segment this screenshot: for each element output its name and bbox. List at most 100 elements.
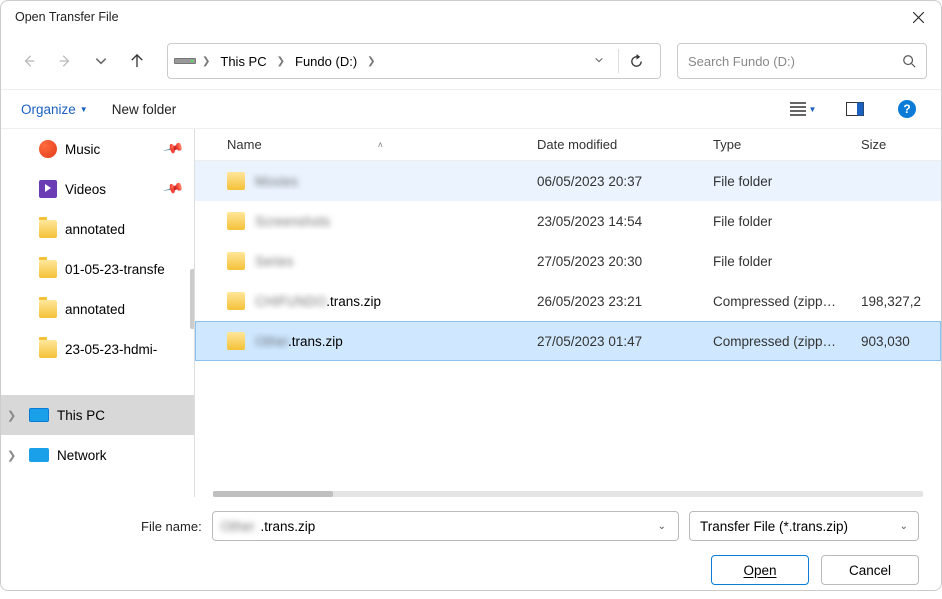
open-button[interactable]: Open	[711, 555, 809, 585]
file-type: Compressed (zipp…	[705, 294, 853, 309]
folder-icon	[227, 292, 245, 310]
close-button[interactable]	[895, 1, 941, 33]
folder-icon	[39, 300, 57, 318]
file-type: File folder	[705, 174, 853, 189]
preview-pane-button[interactable]	[841, 95, 869, 123]
file-row[interactable]: Other.trans.zip 27/05/2023 01:47Compresse…	[195, 321, 941, 361]
chevron-right-icon[interactable]: ❯	[363, 56, 379, 67]
column-date[interactable]: Date modified	[529, 137, 705, 152]
close-icon	[913, 12, 924, 23]
new-folder-button[interactable]: New folder	[112, 102, 177, 117]
file-name-masked: Other	[255, 334, 288, 349]
nav-forward-button[interactable]	[51, 47, 79, 75]
expand-icon[interactable]: ❯	[7, 409, 16, 422]
file-row[interactable]: Movies 06/05/2023 20:37File folder	[195, 161, 941, 201]
sort-asc-icon: ˄	[378, 140, 383, 150]
file-name-masked: CHIFUNDO	[255, 294, 326, 309]
sidebar-item-network[interactable]: ❯Network	[1, 435, 194, 475]
folder-icon	[227, 172, 245, 190]
file-date: 23/05/2023 14:54	[529, 214, 705, 229]
folder-icon	[39, 220, 57, 238]
file-type-filter[interactable]: Transfer File (*.trans.zip)⌄	[689, 511, 919, 541]
column-type[interactable]: Type	[705, 137, 853, 152]
nav-recent-dropdown[interactable]	[87, 47, 115, 75]
sidebar-item-videos[interactable]: Videos📌	[1, 169, 194, 209]
arrow-up-icon	[130, 54, 144, 68]
filename-input[interactable]: Other .trans.zip ⌄	[212, 511, 679, 541]
music-icon	[39, 140, 57, 158]
view-menu[interactable]: ▼	[789, 95, 817, 123]
column-size[interactable]: Size	[853, 137, 941, 152]
file-name-masked: Series	[255, 254, 293, 269]
file-name-masked: Screenshots	[255, 214, 330, 229]
folder-icon	[227, 212, 245, 230]
arrow-left-icon	[22, 54, 36, 68]
filename-history-dropdown[interactable]: ⌄	[654, 521, 670, 532]
preview-pane-icon	[846, 102, 864, 116]
cancel-button[interactable]: Cancel	[821, 555, 919, 585]
drive-icon	[174, 58, 196, 64]
column-headers: Name˄ Date modified Type Size	[195, 129, 941, 161]
nav-back-button[interactable]	[15, 47, 43, 75]
pc-icon	[29, 408, 49, 422]
arrow-right-icon	[58, 54, 72, 68]
list-view-icon	[790, 102, 806, 116]
scrollbar-thumb[interactable]	[213, 491, 333, 497]
file-name-suffix: .trans.zip	[326, 294, 381, 309]
file-type: File folder	[705, 254, 853, 269]
pin-icon: 📌	[162, 178, 185, 200]
organize-menu[interactable]: Organize ▼	[21, 102, 88, 117]
chevron-right-icon[interactable]: ❯	[198, 56, 214, 67]
file-row[interactable]: Series 27/05/2023 20:30File folder	[195, 241, 941, 281]
breadcrumb-this-pc[interactable]: This PC	[216, 50, 270, 73]
help-icon: ?	[898, 100, 916, 118]
refresh-icon	[629, 54, 644, 69]
file-name-masked: Movies	[255, 174, 298, 189]
folder-icon	[39, 340, 57, 358]
file-date: 06/05/2023 20:37	[529, 174, 705, 189]
file-date: 26/05/2023 23:21	[529, 294, 705, 309]
sidebar-item-transfer[interactable]: 01-05-23-transfe	[1, 249, 194, 289]
pin-icon: 📌	[162, 138, 185, 160]
chevron-down-icon: ⌄	[900, 521, 908, 532]
breadcrumb-drive[interactable]: Fundo (D:)	[291, 50, 361, 73]
sidebar-item-hdmi[interactable]: 23-05-23-hdmi-	[1, 329, 194, 369]
search-icon	[902, 54, 916, 68]
search-input[interactable]: Search Fundo (D:)	[677, 43, 927, 79]
file-row[interactable]: Screenshots 23/05/2023 14:54File folder	[195, 201, 941, 241]
file-type: File folder	[705, 214, 853, 229]
network-icon	[29, 448, 49, 462]
file-row[interactable]: CHIFUNDO.trans.zip 26/05/2023 23:21Compre…	[195, 281, 941, 321]
breadcrumb[interactable]: ❯ This PC ❯ Fundo (D:) ❯	[167, 43, 661, 79]
filename-label: File name:	[141, 519, 202, 534]
folder-icon	[227, 252, 245, 270]
file-size: 198,327,2	[853, 294, 941, 309]
file-size: 903,030	[853, 334, 941, 349]
chevron-down-icon	[594, 55, 604, 65]
folder-icon	[39, 260, 57, 278]
sidebar-item-annotated[interactable]: annotated	[1, 209, 194, 249]
help-button[interactable]: ?	[893, 95, 921, 123]
chevron-down-icon	[94, 54, 108, 68]
horizontal-scrollbar[interactable]	[213, 491, 923, 497]
filename-value-suffix: .trans.zip	[260, 519, 315, 534]
nav-up-button[interactable]	[123, 47, 151, 75]
sidebar-item-annotated-2[interactable]: annotated	[1, 289, 194, 329]
file-list: Movies06/05/2023 20:37File folderScreens…	[195, 161, 941, 489]
window-title: Open Transfer File	[15, 10, 119, 24]
sidebar-item-this-pc[interactable]: ❯This PC	[1, 395, 194, 435]
chevron-right-icon[interactable]: ❯	[273, 56, 289, 67]
search-placeholder: Search Fundo (D:)	[688, 54, 902, 69]
file-date: 27/05/2023 20:30	[529, 254, 705, 269]
breadcrumb-history-dropdown[interactable]	[588, 52, 610, 70]
file-name-suffix: .trans.zip	[288, 334, 343, 349]
folder-icon	[227, 332, 245, 350]
column-name[interactable]: Name˄	[219, 137, 529, 152]
expand-icon[interactable]: ❯	[7, 449, 16, 462]
filename-value-masked: Other	[221, 519, 255, 534]
file-date: 27/05/2023 01:47	[529, 334, 705, 349]
refresh-button[interactable]	[618, 49, 654, 73]
sidebar: Music📌 Videos📌 annotated 01-05-23-transf…	[1, 129, 195, 497]
sidebar-item-music[interactable]: Music📌	[1, 129, 194, 169]
file-type: Compressed (zipp…	[705, 334, 853, 349]
